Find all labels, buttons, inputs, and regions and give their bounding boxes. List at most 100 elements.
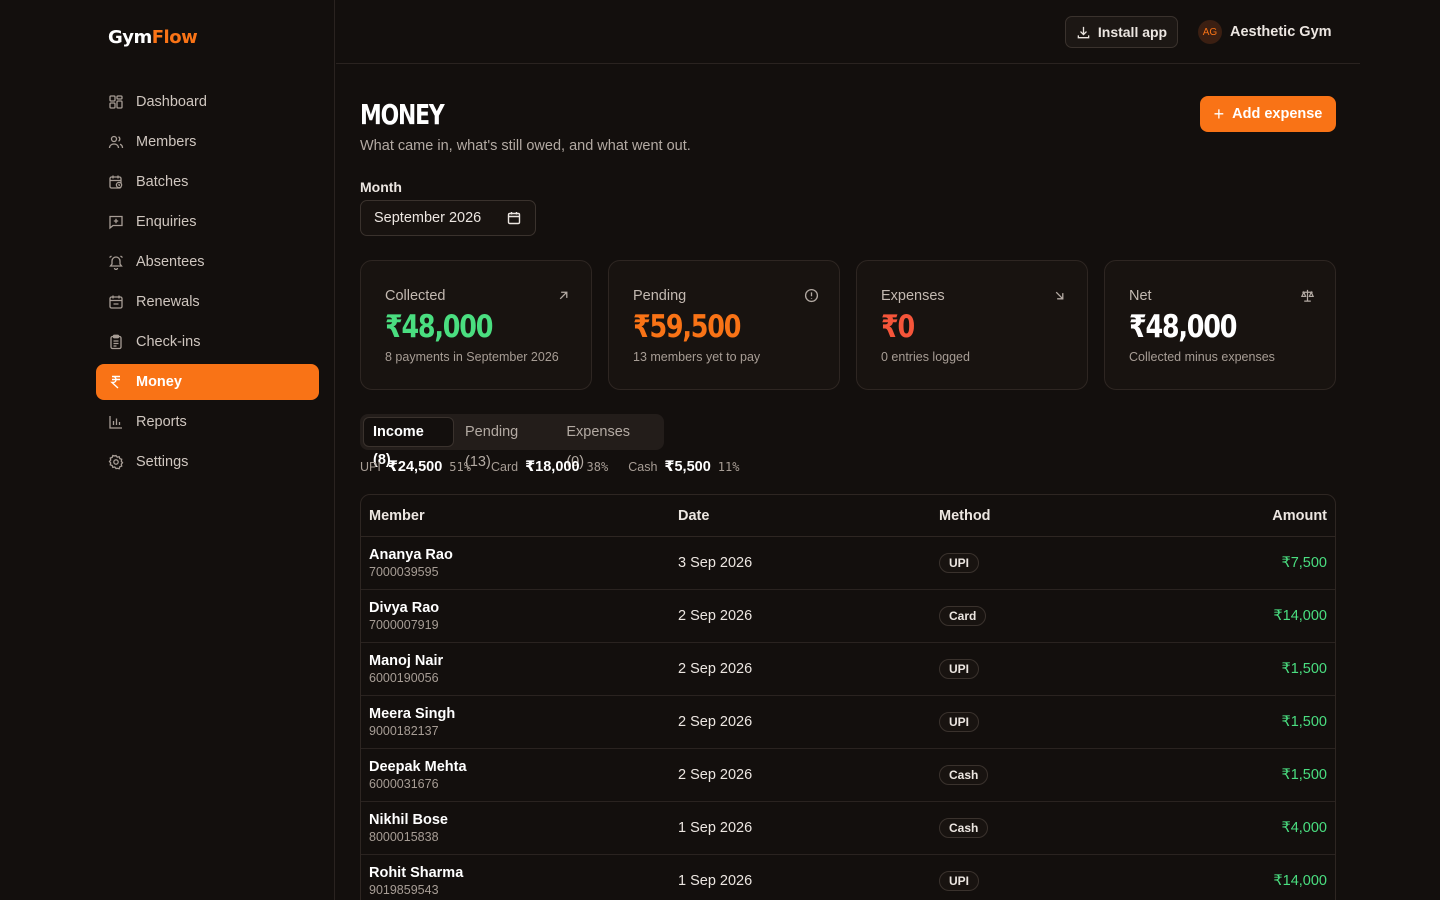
member-name: Ananya Rao [369, 547, 453, 563]
message-plus-icon [108, 214, 124, 230]
net-card: Net ₹48,000 Collected minus expenses [1104, 260, 1336, 390]
card-value: ₹48,000 [385, 309, 493, 345]
payment-method-breakdown: UPI ₹24,500 51% Card ₹18,000 38% Cash ₹5… [360, 459, 759, 475]
pending-card: Pending ₹59,500 13 members yet to pay [608, 260, 840, 390]
avatar: AG [1198, 20, 1222, 44]
sidebar: GymFlow Dashboard Members Batches Enquir… [0, 0, 335, 900]
payment-amount: ₹1,500 [1281, 767, 1327, 783]
payment-amount: ₹1,500 [1281, 661, 1327, 677]
method-badge: Cash [939, 818, 989, 838]
payment-date: 3 Sep 2026 [678, 555, 753, 571]
payment-amount: ₹14,000 [1273, 608, 1327, 624]
install-app-button[interactable]: Install app [1065, 16, 1178, 48]
payment-amount: ₹1,500 [1281, 714, 1327, 730]
breakdown-method: Cash [628, 460, 658, 474]
payment-date: 2 Sep 2026 [678, 767, 753, 783]
table-row[interactable]: Manoj Nair 6000190056 2 Sep 2026 UPI ₹1,5… [361, 643, 1335, 696]
install-app-label: Install app [1097, 24, 1168, 40]
rupee-icon [108, 374, 124, 390]
card-subtext: 0 entries logged [881, 350, 970, 364]
collected-card: Collected ₹48,000 8 payments in Septembe… [360, 260, 592, 390]
account-name: Aesthetic Gym [1230, 24, 1332, 40]
breakdown-method: UPI [360, 460, 381, 474]
account-menu[interactable]: AG Aesthetic Gym [1198, 20, 1332, 44]
sidebar-item-enquiries[interactable]: Enquiries [96, 204, 319, 240]
card-label: Collected [385, 288, 446, 304]
breakdown-cash: Cash ₹5,500 11% [628, 459, 739, 475]
income-table: Member Date Method Amount Ananya Rao 7000… [360, 494, 1336, 900]
breakdown-card: Card ₹18,000 38% [491, 459, 608, 475]
sidebar-item-check-ins[interactable]: Check-ins [96, 324, 319, 360]
card-label: Net [1129, 288, 1152, 304]
member-phone: 7000007919 [369, 618, 439, 632]
header-amount[interactable]: Amount [1139, 508, 1335, 524]
sidebar-item-renewals[interactable]: Renewals [96, 284, 319, 320]
sidebar-item-dashboard[interactable]: Dashboard [96, 84, 319, 120]
download-icon [1077, 26, 1090, 38]
arrow-up-right-icon [559, 291, 568, 300]
header-date[interactable]: Date [678, 508, 939, 524]
dashboard-icon [108, 94, 124, 110]
sidebar-item-label: Absentees [136, 254, 205, 270]
breakdown-amount: ₹24,500 [387, 459, 443, 475]
method-badge: Cash [939, 765, 989, 785]
breakdown-upi: UPI ₹24,500 51% [360, 459, 471, 475]
table-row[interactable]: Divya Rao 7000007919 2 Sep 2026 Card ₹14,… [361, 590, 1335, 643]
month-value: September 2026 [374, 210, 482, 226]
card-value: ₹59,500 [633, 309, 741, 345]
arrow-down-right-icon [1055, 291, 1064, 300]
member-name: Rohit Sharma [369, 865, 464, 881]
header-member[interactable]: Member [361, 508, 678, 524]
payment-date: 1 Sep 2026 [678, 820, 753, 836]
method-badge: UPI [939, 871, 980, 891]
member-phone: 7000039595 [369, 565, 439, 579]
users-icon [108, 134, 124, 150]
member-phone: 9019859543 [369, 883, 439, 897]
member-name: Meera Singh [369, 706, 456, 722]
card-value: ₹0 [881, 309, 915, 345]
header-method[interactable]: Method [939, 508, 1139, 524]
brand-name-part1: Gym [108, 27, 152, 48]
tab-income[interactable]: Income (8) [363, 417, 455, 468]
card-value: ₹48,000 [1129, 309, 1237, 345]
sidebar-item-absentees[interactable]: Absentees [96, 244, 319, 280]
breakdown-percent: 11% [717, 460, 740, 474]
payment-date: 1 Sep 2026 [678, 873, 753, 889]
tab-pending[interactable]: Pending (13) [456, 417, 555, 470]
sidebar-item-settings[interactable]: Settings [96, 444, 319, 480]
member-phone: 6000031676 [369, 777, 439, 791]
clipboard-icon [108, 334, 124, 350]
sidebar-item-reports[interactable]: Reports [96, 404, 319, 440]
plus-icon: + [1213, 104, 1225, 124]
table-row[interactable]: Rohit Sharma 9019859543 1 Sep 2026 UPI ₹1… [361, 855, 1335, 900]
method-badge: UPI [939, 553, 980, 573]
tab-expenses[interactable]: Expenses (0) [557, 417, 659, 470]
table-row[interactable]: Deepak Mehta 6000031676 2 Sep 2026 Cash ₹… [361, 749, 1335, 802]
bell-off-icon [108, 254, 124, 270]
sidebar-item-label: Members [136, 134, 197, 150]
sidebar-item-money[interactable]: Money [96, 364, 319, 400]
table-row[interactable]: Meera Singh 9000182137 2 Sep 2026 UPI ₹1,… [361, 696, 1335, 749]
sidebar-item-label: Enquiries [136, 214, 197, 230]
breakdown-method: Card [490, 460, 519, 474]
breakdown-amount: ₹5,500 [664, 459, 711, 475]
brand-logo[interactable]: GymFlow [108, 27, 198, 48]
card-subtext: 13 members yet to pay [633, 350, 761, 364]
table-row[interactable]: Ananya Rao 7000039595 3 Sep 2026 UPI ₹7,5… [361, 537, 1335, 590]
sidebar-item-label: Settings [136, 454, 189, 470]
table-row[interactable]: Nikhil Bose 8000015838 1 Sep 2026 Cash ₹4… [361, 802, 1335, 855]
month-picker[interactable]: September 2026 [360, 200, 536, 236]
member-name: Nikhil Bose [369, 812, 448, 828]
page-subtitle: What came in, what's still owed, and wha… [360, 138, 691, 154]
card-subtext: 8 payments in September 2026 [385, 350, 559, 364]
sidebar-item-members[interactable]: Members [96, 124, 319, 160]
card-subtext: Collected minus expenses [1129, 350, 1275, 364]
calendar-icon [507, 212, 521, 225]
sidebar-item-batches[interactable]: Batches [96, 164, 319, 200]
card-label: Pending [633, 288, 687, 304]
add-expense-button[interactable]: + Add expense [1200, 96, 1336, 132]
sidebar-item-label: Renewals [136, 294, 200, 310]
calendar-check-icon [108, 294, 124, 310]
sidebar-item-label: Batches [136, 174, 189, 190]
table-header: Member Date Method Amount [361, 495, 1335, 537]
